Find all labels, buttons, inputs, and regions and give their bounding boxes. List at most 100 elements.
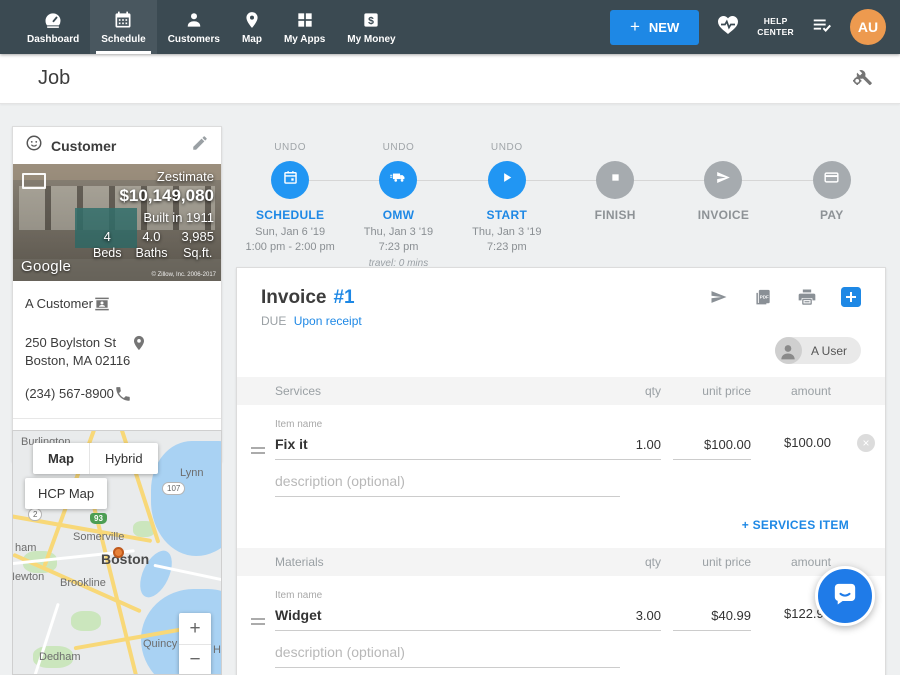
customer-phone-row: (234) 567-8900 [25,377,209,416]
amount-header: amount [763,555,831,569]
nav-item-customers[interactable]: Customers [157,0,231,54]
new-button[interactable]: + NEW [610,10,699,45]
invoice-actions: PDF [709,287,861,307]
job-location-marker[interactable] [113,547,124,558]
svg-text:PDF: PDF [760,294,769,299]
nav-item-my-apps[interactable]: My Apps [273,0,336,54]
service-description-row [237,460,885,497]
location-pin-icon[interactable] [130,334,148,357]
omw-step-button[interactable] [379,161,417,199]
hcp-map-button[interactable]: HCP Map [25,478,107,509]
new-button-label: NEW [649,20,679,35]
invoice-due: DUE Upon receipt [237,309,885,328]
add-invoice-icon[interactable] [841,287,861,307]
zoom-out-button[interactable]: − [179,644,211,675]
zoom-in-button[interactable]: + [179,613,211,644]
step-date-line2: 7:23 pm [472,240,541,255]
service-qty-input[interactable] [591,434,661,460]
chat-launcher-button[interactable] [815,566,875,626]
step-date-line2: 7:23 pm [364,240,433,255]
unit-price-header: unit price [673,555,751,569]
task-list-icon[interactable] [811,14,833,41]
map-widget[interactable]: Burlington Lynn 107 2 93 Somerville ham … [12,430,222,675]
map-label-waltham: ham [15,542,36,554]
timeline-step-schedule: UNDO SCHEDULE Sun, Jan 6 '19 1:00 pm - 2… [236,132,344,271]
qty-header: qty [591,384,661,398]
customer-name: A Customer [25,295,93,313]
built-year: Built in 1911 [93,210,214,225]
undo-schedule-link[interactable]: UNDO [274,142,306,154]
undo-omw-link[interactable]: UNDO [383,142,415,154]
route-107-badge: 107 [162,482,185,495]
map-type-buttons: Map Hybrid [33,443,158,474]
step-date-line1: Thu, Jan 3 '19 [472,225,541,240]
customer-address: 250 Boylston St Boston, MA 02116 [25,334,130,369]
nav-item-dashboard[interactable]: Dashboard [16,0,90,54]
nav-label: My Money [347,34,395,45]
invoice-header: Invoice #1 PDF [237,268,885,309]
nav-item-my-money[interactable]: $ My Money [336,0,406,54]
step-label: INVOICE [698,208,749,222]
beds-value: 4 [93,229,122,244]
step-label: FINISH [595,208,636,222]
customer-card: Customer Zestimate $10,149,080 Built in … [12,126,222,462]
material-unit-price-input[interactable] [673,605,751,631]
phone-icon[interactable] [114,385,132,408]
timeline-step-finish: FINISH [561,132,669,271]
customers-icon [184,10,204,30]
page-header: Job [0,54,900,104]
nav-item-map[interactable]: Map [231,0,273,54]
contact-card-icon[interactable] [93,295,111,318]
undo-start-link[interactable]: UNDO [491,142,523,154]
invoice-step-button[interactable] [704,161,742,199]
pay-step-button[interactable] [813,161,851,199]
service-description-input[interactable] [275,470,620,497]
drag-handle[interactable] [251,618,265,628]
due-value-link[interactable]: Upon receipt [294,314,362,328]
app-screen: Dashboard Schedule Customers Map My Apps… [0,0,900,675]
material-description-input[interactable] [275,641,620,668]
address-line1: 250 Boylston St [25,334,130,352]
map-type-hybrid-button[interactable]: Hybrid [89,443,158,474]
route-93-badge: 93 [90,513,107,524]
delete-service-item-button[interactable]: × [857,434,875,452]
help-center-link[interactable]: HELP CENTER [757,16,794,38]
pdf-icon[interactable]: PDF [753,287,773,307]
job-settings-button[interactable] [850,64,874,93]
map-type-map-button[interactable]: Map [33,443,89,474]
user-avatar[interactable]: AU [850,9,886,45]
step-label: PAY [820,208,844,222]
item-name-label: Item name [275,419,591,430]
assignee-chip[interactable]: A User [775,337,861,364]
google-watermark: Google [21,258,71,275]
heart-pulse-icon[interactable] [716,13,740,42]
edit-customer-button[interactable] [191,134,209,157]
schedule-step-button[interactable] [271,161,309,199]
print-icon[interactable] [797,287,817,307]
invoice-number[interactable]: #1 [333,287,354,309]
material-name-input[interactable] [275,604,591,631]
sqft-fact: 3,985 Sq.ft. [181,229,214,260]
material-qty-input[interactable] [591,605,661,631]
item-name-label: Item name [275,590,591,601]
property-photo[interactable]: Zestimate $10,149,080 Built in 1911 4 Be… [13,164,221,281]
map-label-hingham: Hi [213,644,222,656]
drag-handle[interactable] [251,447,265,457]
service-amount: $100.00 [763,435,831,460]
materials-section-header: Materials qty unit price amount [237,548,885,576]
beds-fact: 4 Beds [93,229,122,260]
qty-header: qty [591,555,661,569]
add-service-item-link[interactable]: + SERVICES ITEM [742,518,849,532]
nav-item-schedule[interactable]: Schedule [90,0,156,54]
service-item-row: Item name $100.00 × [237,405,885,460]
step-date: Sun, Jan 6 '19 1:00 pm - 2:00 pm [246,225,335,256]
service-name-input[interactable] [275,433,591,460]
map-label-dedham: Dedham [39,651,81,663]
service-unit-price-input[interactable] [673,434,751,460]
nav-label: Customers [168,34,220,45]
map-label-somerville: Somerville [73,531,124,543]
send-invoice-icon[interactable] [709,287,729,307]
step-label: OMW [383,208,415,222]
finish-step-button[interactable] [596,161,634,199]
start-step-button[interactable] [488,161,526,199]
